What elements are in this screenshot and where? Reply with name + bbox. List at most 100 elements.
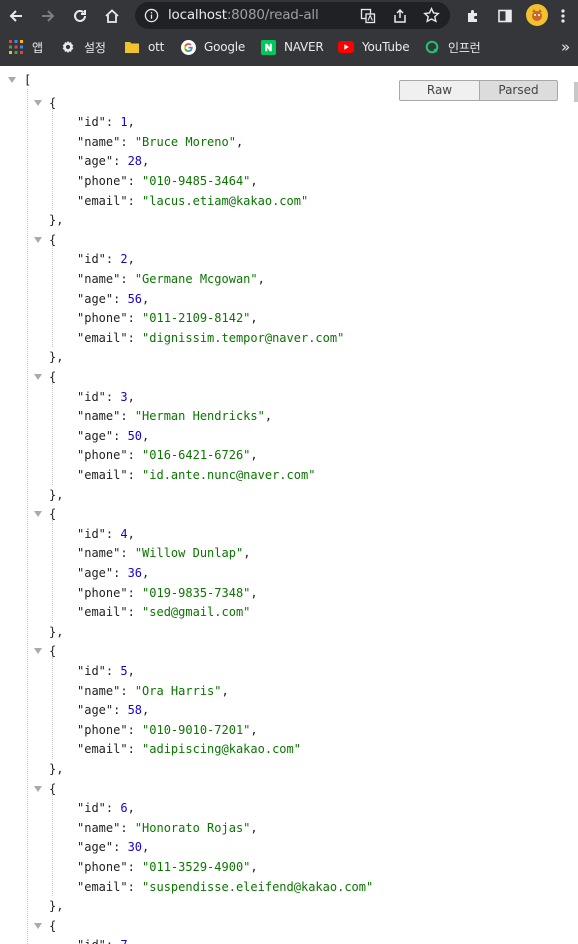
colon: :	[120, 272, 135, 286]
indent-guide	[52, 382, 53, 485]
json-key: "id"	[77, 115, 106, 130]
brace: },	[49, 762, 64, 776]
colon: :	[120, 409, 135, 424]
comma: ,	[250, 820, 258, 835]
json-value-age: 30	[127, 840, 143, 855]
comma: ,	[243, 546, 251, 561]
bookmark-apps[interactable]: 앱	[8, 35, 43, 59]
bookmark-settings[interactable]: 설정	[60, 35, 106, 59]
comma: ,	[250, 722, 258, 737]
address-path: :8080/read-all	[226, 7, 319, 23]
json-value-id: 5	[120, 664, 128, 678]
json-object-close: },	[49, 622, 63, 642]
collapse-toggle-object[interactable]	[34, 922, 42, 929]
bookmark-naver[interactable]: NAVER	[260, 35, 324, 59]
json-property-name: "name": "Willow Dunlap",	[77, 543, 250, 563]
json-key: "age"	[77, 566, 114, 580]
kebab-menu-icon[interactable]	[556, 6, 570, 26]
colon: :	[127, 330, 143, 345]
collapse-toggle-object[interactable]	[34, 236, 42, 243]
json-property-name: "name": "Bruce Moreno",	[77, 132, 243, 152]
json-property-age: "age": 50,	[77, 426, 149, 446]
collapse-toggle-object[interactable]	[34, 785, 42, 792]
colon: :	[120, 820, 135, 835]
colon: :	[127, 879, 143, 894]
info-icon[interactable]	[144, 8, 159, 23]
comma: ,	[264, 409, 273, 424]
collapse-toggle-object[interactable]	[34, 374, 42, 380]
json-key: "name"	[77, 820, 121, 835]
json-value-id: 4	[120, 526, 128, 541]
collapse-toggle-root[interactable]	[8, 77, 16, 83]
json-property-email: "email": "lacus.etiam@kakao.com"	[77, 191, 308, 211]
json-value-id: 2	[120, 252, 128, 267]
home-icon[interactable]	[102, 6, 122, 26]
json-value-phone: "011-2109-8142"	[142, 311, 251, 326]
collapse-toggle-object[interactable]	[34, 99, 42, 106]
json-value-phone: "016-6421-6726"	[142, 448, 251, 463]
bookmark-label: ott	[148, 40, 165, 54]
colon: :	[105, 526, 121, 541]
json-value-phone: "019-9835-7348"	[142, 585, 251, 600]
brace: },	[49, 624, 64, 639]
scrollbar[interactable]	[574, 82, 578, 102]
json-property-name: "name": "Herman Hendricks",	[77, 406, 272, 426]
browser-toolbar: localhost:8080/read-all	[0, 0, 578, 32]
json-value-email: "lacus.etiam@kakao.com"	[142, 193, 309, 208]
bookmark-label: 설정	[84, 40, 106, 55]
profile-avatar-icon[interactable]	[526, 4, 548, 26]
address-bar[interactable]: localhost:8080/read-all	[135, 2, 450, 29]
colon: :	[113, 566, 128, 580]
colon: :	[113, 154, 128, 169]
collapse-toggle-object[interactable]	[34, 648, 42, 655]
colon: :	[120, 546, 135, 561]
star-bookmark-icon[interactable]	[423, 6, 440, 24]
address-host: localhost	[168, 7, 227, 23]
extensions-puzzle-icon[interactable]	[463, 6, 483, 26]
raw-button[interactable]: Raw	[399, 80, 480, 101]
colon: :	[127, 860, 143, 874]
json-property-email: "email": "suspendisse.eleifend@kakao.com…	[77, 877, 373, 897]
bookmark-ott[interactable]: ott	[124, 35, 164, 59]
json-property-phone: "phone": "011-3529-4900",	[77, 857, 258, 877]
comma: ,	[142, 703, 150, 718]
json-key: "name"	[77, 683, 121, 698]
json-key: "age"	[77, 703, 114, 718]
json-key: "email"	[77, 193, 128, 208]
collapse-toggle-object[interactable]	[34, 511, 42, 518]
json-property-id: "id": 2,	[77, 249, 135, 269]
bookmark-google[interactable]: Google	[180, 35, 245, 59]
comma: ,	[235, 134, 244, 149]
json-key: "phone"	[77, 722, 128, 737]
parsed-button[interactable]: Parsed	[480, 80, 558, 101]
indent-guide	[52, 657, 53, 759]
bookmark-inflearn[interactable]: 인프런	[424, 35, 481, 59]
side-panel-icon[interactable]	[495, 6, 515, 26]
bookmark-label: Google	[204, 40, 246, 54]
forward-arrow-icon[interactable]	[38, 6, 58, 26]
share-icon[interactable]	[392, 8, 408, 24]
json-property-id: "id": 1,	[77, 112, 135, 132]
json-key: "id"	[77, 252, 106, 267]
view-toggle: Raw Parsed	[399, 80, 558, 101]
translate-icon[interactable]	[360, 8, 376, 24]
comma: ,	[250, 860, 258, 874]
google-icon	[180, 39, 196, 55]
indent-guide-root	[27, 88, 28, 944]
json-property-email: "email": "adipiscing@kakao.com"	[77, 739, 301, 759]
json-value-id: 1	[120, 115, 128, 130]
json-value-email: "dignissim.tempor@naver.com"	[142, 330, 345, 345]
bookmark-label: YouTube	[362, 40, 410, 54]
back-arrow-icon[interactable]	[6, 6, 26, 26]
json-value-age: 28	[127, 154, 143, 169]
json-key: "phone"	[77, 585, 128, 600]
json-property-name: "name": "Honorato Rojas",	[77, 818, 258, 838]
json-property-age: "age": 30,	[77, 837, 149, 857]
bookmarks-overflow-button[interactable]: »	[561, 35, 570, 59]
reload-icon[interactable]	[70, 6, 90, 26]
bookmark-youtube[interactable]: YouTube	[338, 35, 410, 59]
colon: :	[105, 664, 121, 678]
json-value-name: "Honorato Rojas"	[134, 820, 251, 835]
colon: :	[127, 174, 143, 188]
comma: ,	[127, 389, 135, 404]
